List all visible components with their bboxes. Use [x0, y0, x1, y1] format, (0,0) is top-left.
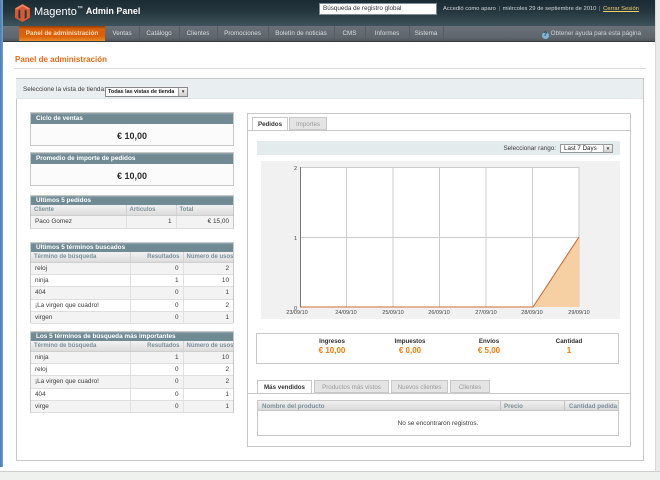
svg-text:28/09/10: 28/09/10 — [521, 310, 542, 316]
svg-text:29/09/10: 29/09/10 — [568, 310, 589, 316]
svg-text:26/09/10: 26/09/10 — [428, 310, 449, 316]
svg-text:2: 2 — [294, 166, 297, 172]
svg-text:23/09/10: 23/09/10 — [286, 310, 307, 316]
svg-text:25/09/10: 25/09/10 — [382, 310, 403, 316]
svg-text:27/09/10: 27/09/10 — [475, 310, 496, 316]
svg-text:1: 1 — [294, 236, 297, 242]
svg-text:24/09/10: 24/09/10 — [335, 310, 356, 316]
